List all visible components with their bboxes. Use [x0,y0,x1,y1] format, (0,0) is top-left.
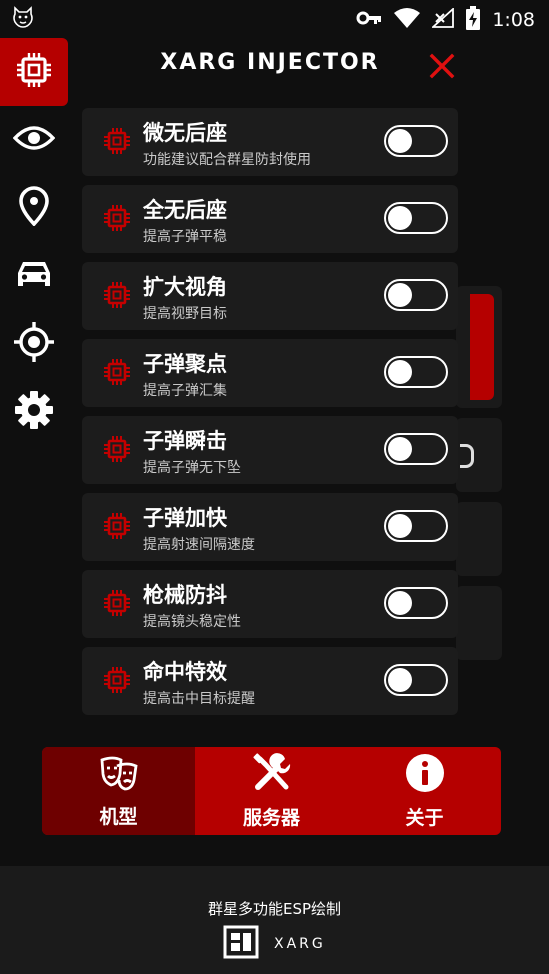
feature-title: 子弹聚点 [143,352,227,376]
sidebar [0,38,68,446]
feature-item: 扩大视角提高视野目标 [82,262,458,330]
tab-about[interactable]: 关于 [348,747,501,835]
feature-subtitle: 提高击中目标提醒 [143,691,255,707]
footer-brand-name: XARG [274,936,326,952]
feature-toggle[interactable] [384,510,448,542]
close-icon [426,53,458,86]
feature-list: 微无后座功能建议配合群星防封使用全无后座提高子弹平稳扩大视角提高视野目标子弹聚点… [82,108,458,724]
toggle-knob [388,206,412,230]
gear-icon [14,390,54,434]
sidebar-item-chip[interactable] [0,38,68,106]
footer-brand: XARG [222,924,326,964]
close-button[interactable] [426,50,458,82]
feature-item: 子弹加快提高射速间隔速度 [82,493,458,561]
feature-item: 枪械防抖提高镜头稳定性 [82,570,458,638]
tab-server-label: 服务器 [242,806,300,829]
tab-server[interactable]: 服务器 [195,747,348,835]
panel-title: XARG INJECTOR [160,50,380,75]
tab-model[interactable]: 机型 [42,747,195,835]
footer: 群星多功能ESP绘制 XARG [0,866,549,974]
feature-title: 枪械防抖 [143,583,227,607]
app-notification-icon [10,4,36,30]
chip-icon [102,665,132,695]
masks-icon [99,754,139,796]
feature-toggle[interactable] [384,125,448,157]
feature-subtitle: 提高子弹无下坠 [143,460,241,476]
background-card [456,418,502,492]
chip-icon [102,357,132,387]
toggle-knob [388,591,412,615]
clock: 1:08 [492,9,535,31]
car-icon [16,258,52,294]
wifi-icon [394,8,421,32]
feature-item: 微无后座功能建议配合群星防封使用 [82,108,458,176]
info-icon [405,753,445,797]
feature-title: 子弹瞬击 [143,429,227,453]
feature-toggle[interactable] [384,433,448,465]
no-signal-icon [430,6,455,32]
feature-subtitle: 提高视野目标 [143,306,227,322]
background-card [456,502,502,576]
feature-subtitle: 提高镜头稳定性 [143,614,241,630]
tab-about-label: 关于 [405,806,444,829]
feature-item: 子弹瞬击提高子弹无下坠 [82,416,458,484]
background-card [456,586,502,660]
chip-icon [102,588,132,618]
feature-subtitle: 功能建议配合群星防封使用 [143,152,311,168]
tab-model-label: 机型 [99,805,138,828]
eye-icon [12,124,56,156]
feature-subtitle: 提高子弹平稳 [143,229,227,245]
chip-icon [102,280,132,310]
tools-icon [252,752,292,797]
background-card [456,286,502,408]
feature-item: 命中特效提高击中目标提醒 [82,647,458,715]
sidebar-item-location[interactable] [0,174,68,242]
sidebar-item-target[interactable] [0,310,68,378]
location-pin-icon [17,186,51,230]
feature-item: 子弹聚点提高子弹汇集 [82,339,458,407]
chip-icon [102,203,132,233]
feature-title: 子弹加快 [143,506,227,530]
toggle-knob [388,129,412,153]
footer-text: 群星多功能ESP绘制 [207,900,342,918]
feature-title: 微无后座 [143,121,227,145]
feature-toggle[interactable] [384,356,448,388]
sidebar-item-eye[interactable] [0,106,68,174]
feature-subtitle: 提高射速间隔速度 [143,537,255,553]
bottom-tab-bar: 机型 服务器 关于 [42,747,501,835]
feature-item: 全无后座提高子弹平稳 [82,185,458,253]
toggle-knob [388,437,412,461]
chip-icon [14,50,54,94]
feature-toggle[interactable] [384,279,448,311]
chip-icon [102,511,132,541]
toggle-knob [388,514,412,538]
xarg-logo-icon [222,924,260,964]
sidebar-item-settings[interactable] [0,378,68,446]
toggle-knob [388,283,412,307]
feature-title: 全无后座 [143,198,227,222]
feature-title: 扩大视角 [143,275,227,299]
status-bar: 1:08 [0,0,549,34]
chip-icon [102,126,132,156]
feature-title: 命中特效 [143,660,227,684]
battery-charging-icon [466,6,481,34]
toggle-knob [388,668,412,692]
toggle-knob [388,360,412,384]
feature-toggle[interactable] [384,587,448,619]
sidebar-item-car[interactable] [0,242,68,310]
feature-toggle[interactable] [384,664,448,696]
chip-icon [102,434,132,464]
feature-toggle[interactable] [384,202,448,234]
vpn-key-icon [356,10,382,30]
crosshair-icon [13,321,55,367]
feature-subtitle: 提高子弹汇集 [143,383,227,399]
